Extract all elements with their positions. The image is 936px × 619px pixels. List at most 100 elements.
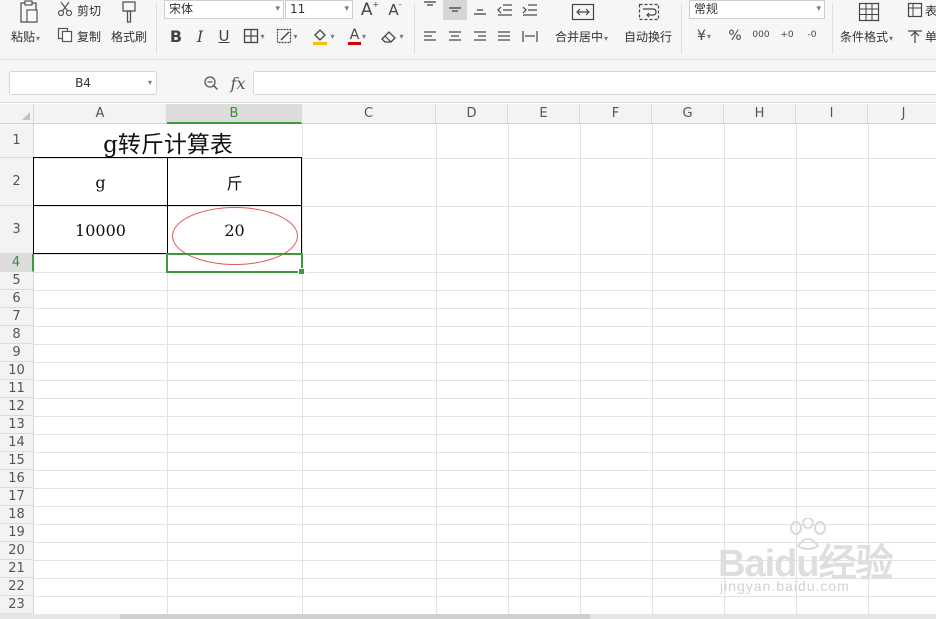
align-right-icon[interactable]: [470, 26, 490, 46]
font-color-icon: A: [347, 26, 361, 45]
cell-a2[interactable]: g: [34, 158, 167, 206]
increase-decimal-button[interactable]: +0: [777, 24, 797, 46]
underline-button[interactable]: U: [214, 26, 234, 46]
wrap-text-button[interactable]: 自动换行: [624, 28, 672, 45]
row-header-19[interactable]: 19: [0, 524, 34, 542]
row-header-5[interactable]: 5: [0, 272, 34, 290]
eraser-icon: [380, 28, 398, 44]
align-center-icon[interactable]: [445, 26, 465, 46]
scissors-icon[interactable]: [56, 1, 74, 17]
merge-center-label: 合并居中: [555, 30, 604, 44]
currency-button[interactable]: ¥ ▾: [692, 26, 716, 46]
row-header-7[interactable]: 7: [0, 308, 34, 326]
bold-button[interactable]: B: [166, 26, 186, 46]
format-painter-icon[interactable]: [118, 0, 140, 24]
merge-cells-icon[interactable]: [569, 1, 597, 23]
gridline: [34, 434, 936, 435]
conditional-format-icon[interactable]: [856, 1, 882, 23]
clear-button[interactable]: ▾: [377, 26, 407, 46]
column-header-e[interactable]: E: [508, 104, 580, 124]
copy-icon[interactable]: [56, 26, 74, 44]
row-header-4[interactable]: 4: [0, 254, 34, 272]
copy-button[interactable]: 复制: [77, 28, 101, 45]
number-format-select[interactable]: 常规 ▾: [689, 0, 825, 19]
distributed-align-icon[interactable]: [519, 26, 541, 46]
cell-icon[interactable]: [906, 27, 924, 45]
align-bottom-icon[interactable]: [470, 0, 490, 20]
column-header-h[interactable]: H: [724, 104, 796, 124]
horizontal-scrollbar[interactable]: [0, 614, 936, 619]
active-cell-b4[interactable]: [166, 253, 305, 275]
row-header-8[interactable]: 8: [0, 326, 34, 344]
column-header-f[interactable]: F: [580, 104, 652, 124]
grow-font-button[interactable]: A +: [360, 0, 380, 20]
row-header-6[interactable]: 6: [0, 290, 34, 308]
row-header-13[interactable]: 13: [0, 416, 34, 434]
font-size-select[interactable]: 11 ▾: [285, 0, 353, 19]
fx-icon[interactable]: fx: [227, 72, 249, 94]
cell-style-icon: [276, 28, 292, 44]
conditional-format-button[interactable]: 条件格式▾: [840, 28, 893, 45]
row-header-1[interactable]: 1: [0, 124, 34, 158]
row-header-22[interactable]: 22: [0, 578, 34, 596]
scrollbar-thumb[interactable]: [120, 614, 590, 619]
row-header-9[interactable]: 9: [0, 344, 34, 362]
row-header-10[interactable]: 10: [0, 362, 34, 380]
paste-button[interactable]: 粘贴▾: [11, 28, 40, 45]
column-header-g[interactable]: G: [652, 104, 724, 124]
row-header-23[interactable]: 23: [0, 596, 34, 614]
gridline: [34, 416, 936, 417]
fill-color-button[interactable]: ▾: [307, 26, 339, 46]
row-header-12[interactable]: 12: [0, 398, 34, 416]
row-header-2[interactable]: 2: [0, 158, 34, 206]
decrease-decimal-button[interactable]: -0: [802, 24, 822, 46]
column-header-b[interactable]: B: [167, 104, 302, 124]
table-style-button[interactable]: 表: [925, 2, 936, 19]
indent-increase-icon[interactable]: [519, 0, 541, 20]
select-all-button[interactable]: [0, 104, 34, 124]
align-middle-icon[interactable]: [443, 0, 467, 20]
grow-font-icon: A: [360, 0, 373, 20]
align-top-icon[interactable]: [420, 0, 440, 14]
cell-style-button[interactable]: ▾: [273, 26, 301, 46]
font-color-button[interactable]: A ▾: [343, 26, 371, 46]
row-header-18[interactable]: 18: [0, 506, 34, 524]
row-header-11[interactable]: 11: [0, 380, 34, 398]
table-style-icon[interactable]: [906, 1, 924, 19]
borders-button[interactable]: ▾: [240, 26, 268, 46]
row-header-17[interactable]: 17: [0, 488, 34, 506]
thousands-separator-button[interactable]: 000: [750, 24, 772, 46]
cell-b2[interactable]: 斤: [168, 158, 301, 206]
formula-input[interactable]: [253, 71, 936, 95]
name-box[interactable]: B4 ▾: [9, 71, 157, 95]
column-header-j[interactable]: J: [868, 104, 936, 124]
column-header-a[interactable]: A: [34, 104, 167, 124]
row-header-20[interactable]: 20: [0, 542, 34, 560]
zoom-icon[interactable]: [201, 73, 221, 93]
italic-button[interactable]: I: [190, 26, 210, 46]
indent-decrease-icon[interactable]: [494, 0, 516, 20]
gridline: [34, 290, 936, 291]
percent-button[interactable]: %: [725, 26, 745, 46]
row-header-14[interactable]: 14: [0, 434, 34, 452]
row-header-15[interactable]: 15: [0, 452, 34, 470]
column-header-c[interactable]: C: [302, 104, 436, 124]
paste-label: 粘贴: [11, 30, 36, 44]
wrap-text-icon[interactable]: [636, 1, 662, 23]
font-name-select[interactable]: 宋体 ▾: [164, 0, 284, 19]
merge-center-button[interactable]: 合并居中▾: [555, 28, 608, 45]
row-header-3[interactable]: 3: [0, 206, 34, 254]
cut-button[interactable]: 剪切: [77, 2, 101, 19]
row-header-16[interactable]: 16: [0, 470, 34, 488]
column-header-d[interactable]: D: [436, 104, 508, 124]
cell-a3[interactable]: 10000: [34, 207, 167, 254]
row-header-21[interactable]: 21: [0, 560, 34, 578]
paste-icon[interactable]: [16, 0, 42, 24]
column-header-i[interactable]: I: [796, 104, 868, 124]
format-painter-button[interactable]: 格式刷: [111, 28, 147, 45]
cell-button[interactable]: 单: [925, 28, 936, 45]
justify-icon[interactable]: [494, 26, 514, 46]
align-left-icon[interactable]: [420, 26, 440, 46]
shrink-font-button[interactable]: A-: [385, 0, 405, 20]
gridline: [34, 470, 936, 471]
